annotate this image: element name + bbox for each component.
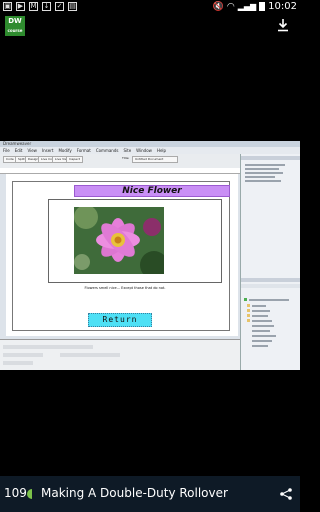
folder-icon [247, 314, 250, 317]
dw-inspect: Inspect [66, 156, 83, 163]
flower-image [74, 207, 164, 274]
logo-text-bottom: course [7, 28, 23, 33]
prop-row [3, 345, 93, 349]
panel-header [241, 156, 300, 160]
tree-line [252, 305, 266, 307]
return-button: Return [88, 313, 152, 327]
dw-menu-item: Window [136, 148, 152, 153]
panel-line [245, 172, 283, 174]
video-info-bar[interactable]: 109 Making A Double-Duty Rollover [0, 476, 300, 512]
tree-line [249, 299, 289, 301]
play-icon: ▶ [16, 2, 25, 11]
dw-app-name: Dreamweaver [3, 141, 32, 146]
folder-icon [247, 319, 250, 322]
check-icon: ✓ [55, 2, 64, 11]
logo-text-top: DW [8, 17, 22, 25]
prop-row [60, 353, 120, 357]
wifi-icon: ◠ [226, 1, 235, 12]
tree-line [252, 335, 276, 337]
video-player[interactable]: Dreamweaver File Edit View Insert Modify… [0, 141, 300, 370]
tree-line [252, 325, 274, 327]
system-icons: 🔇 ◠ ▂▄▆ 10:02 [213, 1, 297, 12]
panel-line [245, 180, 281, 182]
prop-row [3, 361, 33, 365]
panel-toolbar [241, 284, 300, 288]
dw-menu-item: Edit [14, 148, 23, 153]
notification-icons: ▣ ▶ M ↓ ✓ ▤ [3, 2, 77, 11]
dw-menu-item: Format [76, 148, 91, 153]
share-icon[interactable] [279, 487, 293, 501]
status-bar: ▣ ▶ M ↓ ✓ ▤ 🔇 ◠ ▂▄▆ 10:02 [0, 0, 300, 14]
dw-panels [240, 154, 300, 370]
video-number: 109 [4, 486, 27, 500]
dw-menu-item: Modify [58, 148, 72, 153]
app-bar: DW course [0, 14, 300, 36]
dw-menu-item: Site [123, 148, 132, 153]
dw-menu-item: View [27, 148, 37, 153]
picture-icon: ▣ [3, 2, 12, 11]
tree-line [252, 315, 268, 317]
tree-line [252, 330, 270, 332]
signal-icon: ▂▄▆ [237, 2, 257, 11]
download-button[interactable] [276, 18, 290, 32]
video-title: Making A Double-Duty Rollover [41, 486, 228, 500]
mail-icon: M [29, 2, 38, 11]
dw-properties-panel [0, 339, 240, 370]
panel-line [245, 164, 285, 166]
dw-title-label: Title: [122, 156, 130, 160]
dw-menu-item: File [3, 148, 10, 153]
dw-menubar: File Edit View Insert Modify Format Comm… [0, 147, 300, 154]
battery-icon [259, 2, 266, 11]
dw-menu-item: Commands [95, 148, 119, 153]
clock: 10:02 [268, 1, 297, 12]
tree-line [252, 345, 268, 347]
app-logo[interactable]: DW course [5, 16, 25, 36]
dw-toolbar: Code Split Design Live Code Live View In… [0, 154, 240, 169]
page-heading: Nice Flower [74, 185, 230, 197]
dw-title-field: Untitled Document [132, 156, 178, 163]
progress-dot [27, 489, 32, 499]
image-caption: Flowers smell nice... Except those that … [84, 286, 166, 290]
folder-icon [247, 304, 250, 307]
tree-line [252, 310, 270, 312]
folder-icon [247, 309, 250, 312]
mute-icon: 🔇 [212, 1, 224, 12]
tree-line [252, 340, 272, 342]
dw-menu-item: Insert [41, 148, 54, 153]
download-icon: ↓ [42, 2, 51, 11]
tree-line [252, 320, 272, 322]
panel-header [241, 278, 300, 282]
dw-menu-item: Help [156, 148, 167, 153]
screenshot-icon: ▤ [68, 2, 77, 11]
panel-line [245, 168, 279, 170]
panel-line [245, 176, 275, 178]
tree-node-icon [244, 298, 247, 301]
prop-row [3, 353, 43, 357]
